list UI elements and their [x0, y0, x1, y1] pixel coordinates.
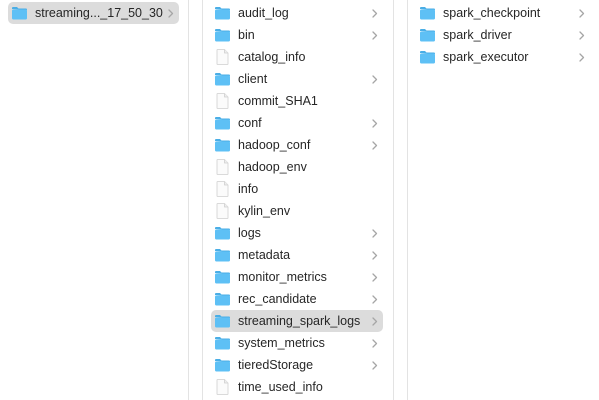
item-label: catalog_info: [238, 50, 306, 64]
item-label: client: [238, 72, 268, 86]
chevron-right-icon: [369, 244, 381, 266]
chevron-right-icon: [576, 2, 588, 24]
chevron-right-icon: [576, 24, 588, 46]
document-icon: [213, 156, 231, 178]
folder-icon: [418, 46, 436, 68]
folder-icon: [213, 2, 231, 24]
folder-icon: [10, 2, 28, 24]
list-item-hadoop-env[interactable]: hadoop_env: [211, 156, 383, 178]
folder-icon: [213, 332, 231, 354]
folder-icon: [213, 266, 231, 288]
folder-icon: [213, 134, 231, 156]
list-item-rec-candidate[interactable]: rec_candidate: [211, 288, 383, 310]
item-label: logs: [238, 226, 261, 240]
item-label: rec_candidate: [238, 292, 317, 306]
list-item-streaming-17-50-30[interactable]: streaming..._17_50_30: [8, 2, 179, 24]
list-item-kylin-env[interactable]: kylin_env: [211, 200, 383, 222]
chevron-right-icon: [369, 2, 381, 24]
column-3: spark_checkpoint spark_driver spark_execut…: [408, 0, 599, 400]
column-divider[interactable]: [188, 0, 189, 400]
chevron-right-icon: [369, 68, 381, 90]
document-icon: [213, 200, 231, 222]
list-item-conf[interactable]: conf: [211, 112, 383, 134]
column-2: audit_logbin catalog_infoclient commit_SHA…: [203, 0, 392, 400]
list-item-audit-log[interactable]: audit_log: [211, 2, 383, 24]
item-label: system_metrics: [238, 336, 325, 350]
folder-icon: [418, 2, 436, 24]
item-label: tieredStorage: [238, 358, 314, 372]
folder-icon: [213, 310, 231, 332]
chevron-right-icon: [576, 46, 588, 68]
document-icon: [213, 46, 231, 68]
folder-icon: [213, 24, 231, 46]
list-item-system-metrics[interactable]: system_metrics: [211, 332, 383, 354]
chevron-right-icon: [369, 310, 381, 332]
folder-icon: [213, 112, 231, 134]
chevron-right-icon: [369, 332, 381, 354]
list-item-client[interactable]: client: [211, 68, 383, 90]
list-item-streaming-spark-logs[interactable]: streaming_spark_logs: [211, 310, 383, 332]
item-label: info: [238, 182, 259, 196]
item-label: metadata: [238, 248, 291, 262]
chevron-right-icon: [369, 288, 381, 310]
item-label: bin: [238, 28, 255, 42]
item-label: spark_executor: [443, 50, 529, 64]
chevron-right-icon: [369, 112, 381, 134]
document-icon: [213, 90, 231, 112]
item-label: streaming..._17_50_30: [35, 6, 163, 20]
column-1: streaming..._17_50_30: [0, 0, 188, 400]
list-item-bin[interactable]: bin: [211, 24, 383, 46]
column-divider[interactable]: [393, 0, 394, 400]
item-label: audit_log: [238, 6, 289, 20]
item-label: time_used_info: [238, 380, 323, 394]
item-label: hadoop_env: [238, 160, 307, 174]
chevron-right-icon: [369, 24, 381, 46]
item-label: kylin_env: [238, 204, 291, 218]
chevron-right-icon: [165, 2, 177, 24]
list-item-time-used-info[interactable]: time_used_info: [211, 376, 383, 398]
item-label: spark_checkpoint: [443, 6, 541, 20]
chevron-right-icon: [369, 134, 381, 156]
folder-icon: [213, 222, 231, 244]
folder-icon: [213, 288, 231, 310]
list-item-spark-executor[interactable]: spark_executor: [416, 46, 590, 68]
item-label: streaming_spark_logs: [238, 314, 361, 328]
list-item-hadoop-conf[interactable]: hadoop_conf: [211, 134, 383, 156]
list-item-commit-sha1[interactable]: commit_SHA1: [211, 90, 383, 112]
folder-icon: [418, 24, 436, 46]
list-item-catalog-info[interactable]: catalog_info: [211, 46, 383, 68]
folder-icon: [213, 68, 231, 90]
list-item-spark-driver[interactable]: spark_driver: [416, 24, 590, 46]
chevron-right-icon: [369, 266, 381, 288]
folder-icon: [213, 244, 231, 266]
list-item-monitor-metrics[interactable]: monitor_metrics: [211, 266, 383, 288]
list-item-logs[interactable]: logs: [211, 222, 383, 244]
list-item-spark-checkpoint[interactable]: spark_checkpoint: [416, 2, 590, 24]
item-label: commit_SHA1: [238, 94, 318, 108]
item-label: spark_driver: [443, 28, 512, 42]
item-label: monitor_metrics: [238, 270, 327, 284]
item-label: conf: [238, 116, 262, 130]
chevron-right-icon: [369, 354, 381, 376]
item-label: hadoop_conf: [238, 138, 311, 152]
chevron-right-icon: [369, 222, 381, 244]
document-icon: [213, 376, 231, 398]
list-item-info[interactable]: info: [211, 178, 383, 200]
document-icon: [213, 178, 231, 200]
list-item-tieredstorage[interactable]: tieredStorage: [211, 354, 383, 376]
list-item-metadata[interactable]: metadata: [211, 244, 383, 266]
folder-icon: [213, 354, 231, 376]
